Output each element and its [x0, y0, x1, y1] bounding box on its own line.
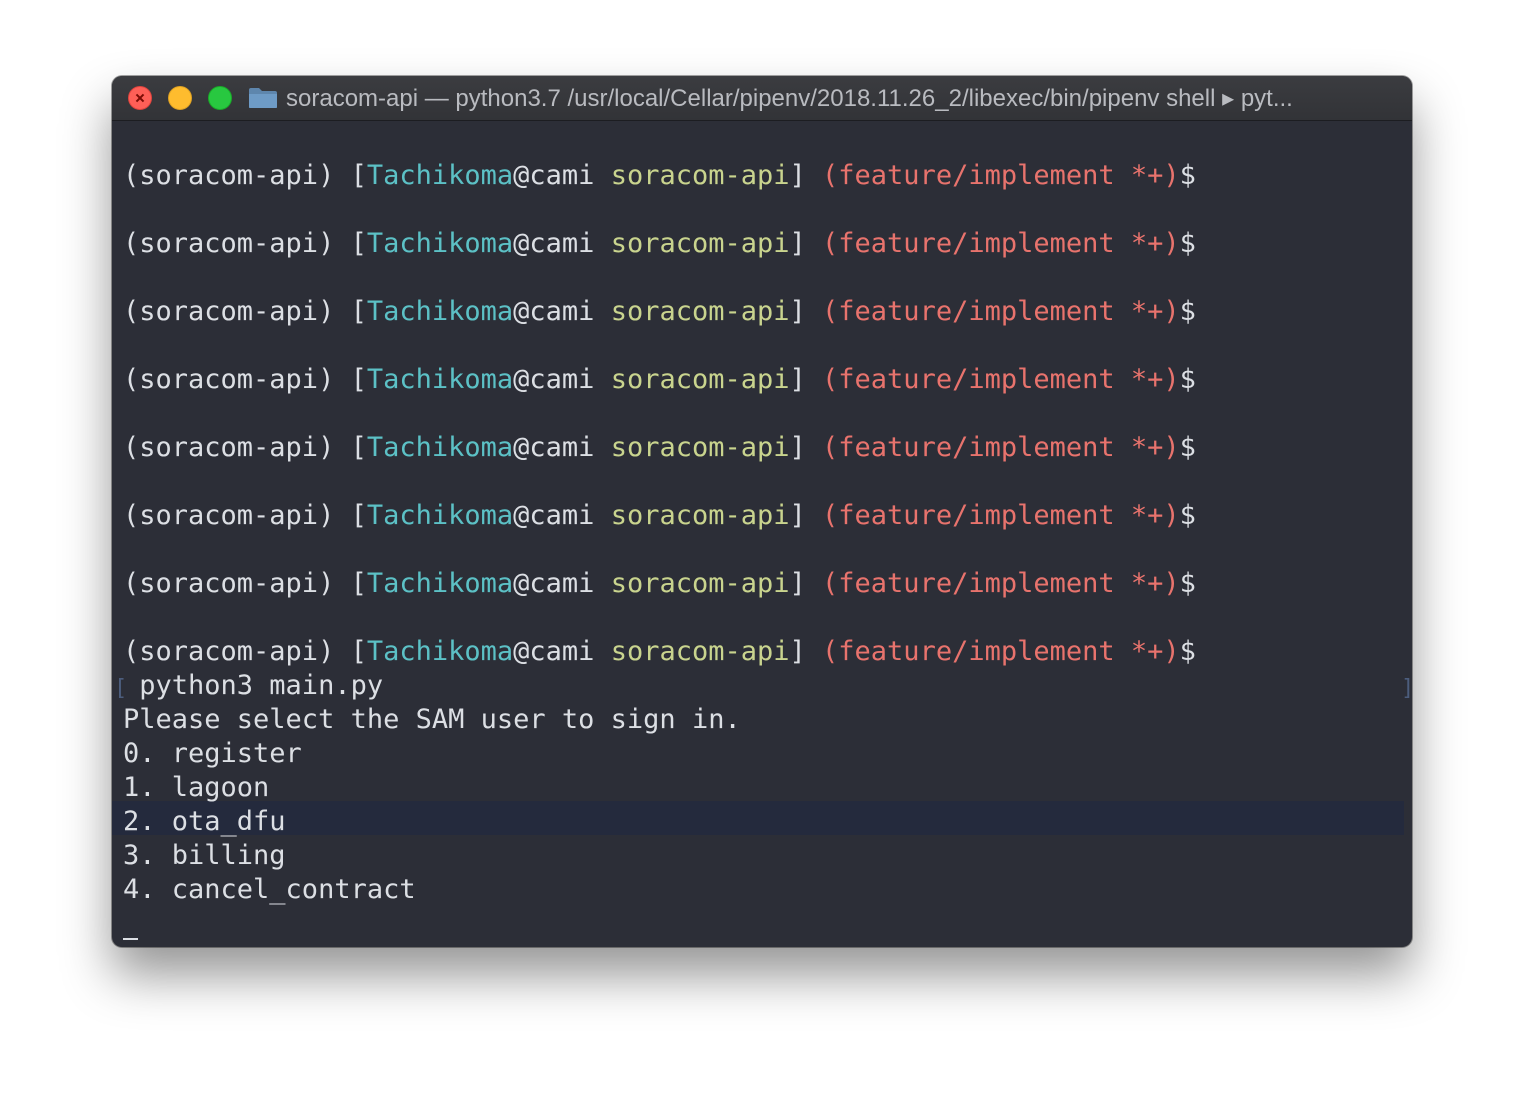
prompt-directory: soracom-api [610, 432, 790, 463]
prompt-symbol: $ [1179, 500, 1196, 531]
prompt-line: (soracom-api) [Tachikoma@cami soracom-ap… [123, 295, 1196, 329]
prompt-user: Tachikoma [366, 636, 514, 667]
close-button[interactable] [128, 86, 152, 110]
terminal-body[interactable]: (soracom-api) [Tachikoma@cami soracom-ap… [112, 121, 1412, 947]
prompt-line: (soracom-api) [Tachikoma@cami soracom-ap… [123, 567, 1196, 601]
prompt-user: Tachikoma [366, 296, 514, 327]
prompt-branch: (feature/implement *+) [822, 228, 1180, 259]
prompt-symbol: $ [1179, 160, 1196, 191]
prompt-close-bracket: ] [789, 500, 823, 531]
prompt-user: Tachikoma [366, 568, 514, 599]
list-item-selected: 2. ota_dfu [123, 806, 286, 837]
prompt-close-bracket: ] [789, 160, 823, 191]
prompt-venv: (soracom-api) [123, 228, 351, 259]
prompt-venv: (soracom-api) [123, 364, 351, 395]
command-line: python3 main.py [123, 670, 384, 701]
prompt-line: (soracom-api) [Tachikoma@cami soracom-ap… [123, 363, 1196, 397]
minimize-button[interactable] [168, 86, 192, 110]
list-item: 0. register [123, 738, 302, 769]
prompt-host: @cami [513, 500, 611, 531]
prompt-directory: soracom-api [610, 296, 790, 327]
prompt-branch: (feature/implement *+) [822, 364, 1180, 395]
prompt-user: Tachikoma [366, 432, 514, 463]
prompt-line: (soracom-api) [Tachikoma@cami soracom-ap… [123, 159, 1196, 193]
command-mark-right: ] [1401, 672, 1412, 706]
prompt-branch: (feature/implement *+) [822, 636, 1180, 667]
prompt-host: @cami [513, 568, 611, 599]
prompt-venv: (soracom-api) [123, 296, 351, 327]
prompt-user: Tachikoma [366, 500, 514, 531]
prompt-line: (soracom-api) [Tachikoma@cami soracom-ap… [123, 227, 1196, 261]
prompt-symbol: $ [1179, 364, 1196, 395]
prompt-host: @cami [513, 160, 611, 191]
title-bar[interactable]: soracom-api — python3.7 /usr/local/Cella… [112, 76, 1412, 121]
prompt-branch: (feature/implement *+) [822, 500, 1180, 531]
selected-row-highlight [112, 801, 1404, 835]
folder-icon [249, 88, 277, 108]
prompt-directory: soracom-api [610, 636, 790, 667]
prompt-open-bracket: [ [350, 636, 367, 667]
prompt-directory: soracom-api [610, 228, 790, 259]
prompt-close-bracket: ] [789, 296, 823, 327]
prompt-venv: (soracom-api) [123, 636, 351, 667]
prompt-open-bracket: [ [350, 228, 367, 259]
prompt-symbol: $ [1179, 296, 1196, 327]
prompt-directory: soracom-api [610, 364, 790, 395]
prompt-host: @cami [513, 228, 611, 259]
prompt-open-bracket: [ [350, 364, 367, 395]
prompt-user: Tachikoma [366, 160, 514, 191]
prompt-open-bracket: [ [350, 296, 367, 327]
prompt-close-bracket: ] [789, 568, 823, 599]
prompt-close-bracket: ] [789, 636, 823, 667]
prompt-venv: (soracom-api) [123, 432, 351, 463]
prompt-venv: (soracom-api) [123, 160, 351, 191]
prompt-symbol: $ [1179, 568, 1196, 599]
prompt-symbol: $ [1179, 432, 1196, 463]
prompt-branch: (feature/implement *+) [822, 160, 1180, 191]
prompt-close-bracket: ] [789, 228, 823, 259]
prompt-close-bracket: ] [789, 432, 823, 463]
text-cursor [123, 938, 138, 940]
prompt-open-bracket: [ [350, 160, 367, 191]
prompt-host: @cami [513, 636, 611, 667]
prompt-directory: soracom-api [610, 568, 790, 599]
prompt-branch: (feature/implement *+) [822, 568, 1180, 599]
prompt-user: Tachikoma [366, 228, 514, 259]
prompt-user: Tachikoma [366, 364, 514, 395]
prompt-symbol: $ [1179, 228, 1196, 259]
prompt-open-bracket: [ [350, 432, 367, 463]
prompt-directory: soracom-api [610, 160, 790, 191]
prompt-symbol: $ [1179, 636, 1196, 667]
prompt-close-bracket: ] [789, 364, 823, 395]
list-item: 4. cancel_contract [123, 874, 416, 905]
window-title: soracom-api — python3.7 /usr/local/Cella… [286, 85, 1293, 112]
prompt-venv: (soracom-api) [123, 500, 351, 531]
prompt-open-bracket: [ [350, 500, 367, 531]
prompt-line: (soracom-api) [Tachikoma@cami soracom-ap… [123, 499, 1196, 533]
prompt-directory: soracom-api [610, 500, 790, 531]
prompt-venv: (soracom-api) [123, 568, 351, 599]
prompt-open-bracket: [ [350, 568, 367, 599]
terminal-window: soracom-api — python3.7 /usr/local/Cella… [112, 76, 1412, 947]
list-item: 1. lagoon [123, 772, 270, 803]
prompt-host: @cami [513, 296, 611, 327]
prompt-branch: (feature/implement *+) [822, 296, 1180, 327]
prompt-line: (soracom-api) [Tachikoma@cami soracom-ap… [123, 431, 1196, 465]
list-item: 3. billing [123, 840, 286, 871]
prompt-branch: (feature/implement *+) [822, 432, 1180, 463]
selection-heading: Please select the SAM user to sign in. [123, 704, 741, 735]
prompt-host: @cami [513, 432, 611, 463]
zoom-button[interactable] [208, 86, 232, 110]
prompt-host: @cami [513, 364, 611, 395]
prompt-line: (soracom-api) [Tachikoma@cami soracom-ap… [123, 635, 1196, 669]
